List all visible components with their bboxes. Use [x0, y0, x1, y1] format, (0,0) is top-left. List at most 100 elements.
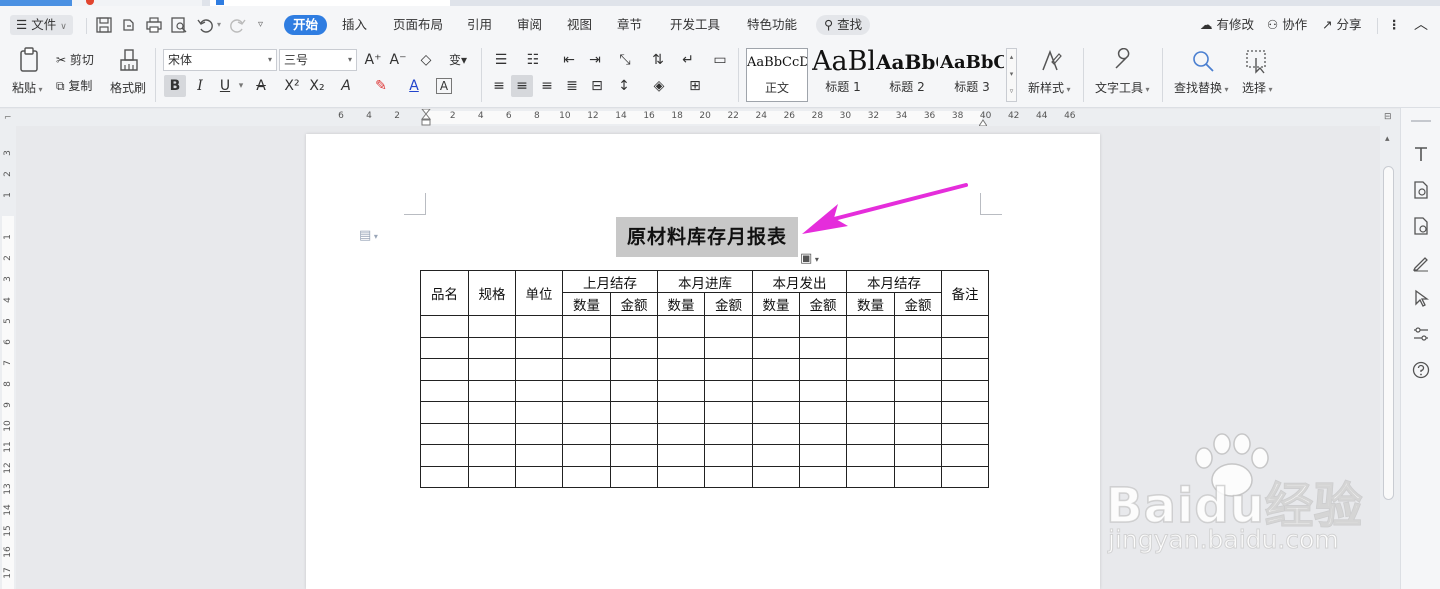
table-cell[interactable] [752, 444, 800, 467]
horizontal-ruler[interactable]: ⌐ 6 4 2 2 4 6 8 10 12 14 16 18 20 22 24 26 28 30 32 34 36 38 4… [0, 108, 1400, 127]
header-cell-month-inbound[interactable]: 本月进库 [657, 270, 753, 293]
table-cell[interactable] [704, 422, 753, 445]
cursor-icon[interactable] [1411, 288, 1431, 308]
align-left-icon[interactable]: ≡ [488, 75, 510, 97]
table-cell[interactable] [468, 315, 516, 338]
table-cell[interactable] [610, 401, 658, 424]
subscript-icon[interactable]: X₂ [306, 75, 328, 97]
table-cell[interactable] [610, 336, 658, 359]
subheader-cell-qty[interactable]: 数量 [562, 292, 611, 316]
document-history-icon[interactable] [1411, 216, 1431, 236]
increase-indent-icon[interactable]: ⇥ [584, 49, 606, 71]
more-options-icon[interactable]: ⋮ [1388, 15, 1401, 35]
table-cell[interactable] [941, 444, 989, 467]
table-cell[interactable] [657, 422, 705, 445]
table-cell[interactable] [894, 465, 942, 488]
table-cell[interactable] [752, 379, 800, 402]
tab-start[interactable]: 开始 [284, 15, 328, 35]
strikethrough-icon[interactable]: A [250, 75, 272, 97]
table-cell[interactable] [704, 465, 753, 488]
table-cell[interactable] [846, 401, 895, 424]
undo-icon[interactable] [196, 16, 214, 34]
text-effect-icon[interactable]: A [335, 75, 357, 97]
table-cell[interactable] [562, 358, 611, 381]
justify-icon[interactable]: ≣ [561, 75, 583, 97]
table-cell[interactable] [941, 401, 989, 424]
style-heading-1[interactable]: AaBl 标题 1 [812, 46, 874, 102]
tab-developer[interactable]: 开发工具 [670, 15, 720, 35]
table-cell[interactable] [562, 422, 611, 445]
table-cell[interactable] [657, 336, 705, 359]
table-cell[interactable] [420, 315, 469, 338]
table-cell[interactable] [468, 401, 516, 424]
indent-marker[interactable] [420, 108, 432, 126]
split-view-icon[interactable]: ⊟ [1384, 112, 1392, 122]
line-spacing-icon[interactable]: ↕ [613, 75, 635, 97]
table-cell[interactable] [704, 336, 753, 359]
table-cell[interactable] [704, 315, 753, 338]
table-cell[interactable] [562, 315, 611, 338]
table-cell[interactable] [515, 444, 563, 467]
redo-icon[interactable] [229, 16, 247, 34]
customize-toolbar-icon[interactable]: ▿ [258, 15, 263, 35]
table-cell[interactable] [799, 379, 847, 402]
document-title[interactable]: 原材料库存月报表 [616, 217, 798, 257]
share-button[interactable]: ↗ 分享 [1322, 15, 1361, 35]
table-cell[interactable] [562, 401, 611, 424]
table-cell[interactable] [894, 358, 942, 381]
find-replace-button[interactable]: 查找替换 ▾ [1174, 79, 1229, 96]
table-cell[interactable] [941, 315, 989, 338]
table-cell[interactable] [799, 358, 847, 381]
shrink-font-icon[interactable]: A⁻ [387, 49, 409, 71]
table-cell[interactable] [846, 336, 895, 359]
table-cell[interactable] [752, 422, 800, 445]
bullet-list-icon[interactable]: ☰ [490, 49, 512, 71]
table-cell[interactable] [846, 465, 895, 488]
header-cell-unit[interactable]: 单位 [515, 270, 563, 316]
table-cell[interactable] [610, 422, 658, 445]
table-cell[interactable] [562, 379, 611, 402]
wrench-icon[interactable] [1110, 48, 1136, 74]
vertical-ruler[interactable]: 3 2 1 1 2 3 4 5 6 7 8 9 10 11 12 13 14 15 16 17 [0, 126, 16, 589]
table-cell[interactable] [894, 444, 942, 467]
table-cell[interactable] [752, 401, 800, 424]
paste-options-icon[interactable]: ▣ ▾ [800, 251, 819, 266]
underline-button[interactable]: U [214, 75, 236, 97]
table-cell[interactable] [420, 336, 469, 359]
grow-font-icon[interactable]: A⁺ [362, 49, 384, 71]
table-cell[interactable] [941, 336, 989, 359]
table-cell[interactable] [704, 444, 753, 467]
table-cell[interactable] [752, 315, 800, 338]
export-icon[interactable] [120, 16, 138, 34]
table-cell[interactable] [846, 358, 895, 381]
table-cell[interactable] [420, 444, 469, 467]
table-cell[interactable] [420, 422, 469, 445]
superscript-icon[interactable]: X² [281, 75, 303, 97]
table-cell[interactable] [420, 379, 469, 402]
line-break-icon[interactable]: ↵ [677, 49, 699, 71]
right-indent-marker[interactable] [978, 115, 988, 127]
changes-button[interactable]: ☁ 有修改 [1200, 15, 1254, 35]
new-style-button[interactable]: 新样式 ▾ [1028, 79, 1071, 96]
scrollbar-thumb[interactable] [1383, 166, 1394, 500]
subheader-cell-amount[interactable]: 金额 [894, 292, 942, 316]
paragraph-layout-icon[interactable]: ▤ ▾ [359, 228, 378, 243]
header-cell-month-outbound[interactable]: 本月发出 [752, 270, 847, 293]
panel-grip[interactable] [1411, 120, 1431, 122]
subheader-cell-amount[interactable]: 金额 [704, 292, 753, 316]
copy-button[interactable]: ⧉ 复制 [56, 77, 92, 94]
table-cell[interactable] [515, 422, 563, 445]
save-icon[interactable] [95, 16, 113, 34]
bold-button[interactable]: B [164, 75, 186, 97]
subheader-cell-qty[interactable]: 数量 [846, 292, 895, 316]
subheader-cell-amount[interactable]: 金额 [799, 292, 847, 316]
table-cell[interactable] [657, 401, 705, 424]
header-cell-spec[interactable]: 规格 [468, 270, 516, 316]
header-cell-month-balance[interactable]: 本月结存 [846, 270, 942, 293]
font-color-icon[interactable]: A [403, 75, 425, 97]
phonetic-guide-icon[interactable]: 变▾ [444, 49, 472, 71]
table-cell[interactable] [799, 465, 847, 488]
tab-stop-icon[interactable]: ⌐ [4, 113, 12, 123]
scroll-up-icon[interactable]: ▴ [1385, 134, 1390, 144]
ruler-toggle-icon[interactable]: ▭ [709, 49, 731, 71]
